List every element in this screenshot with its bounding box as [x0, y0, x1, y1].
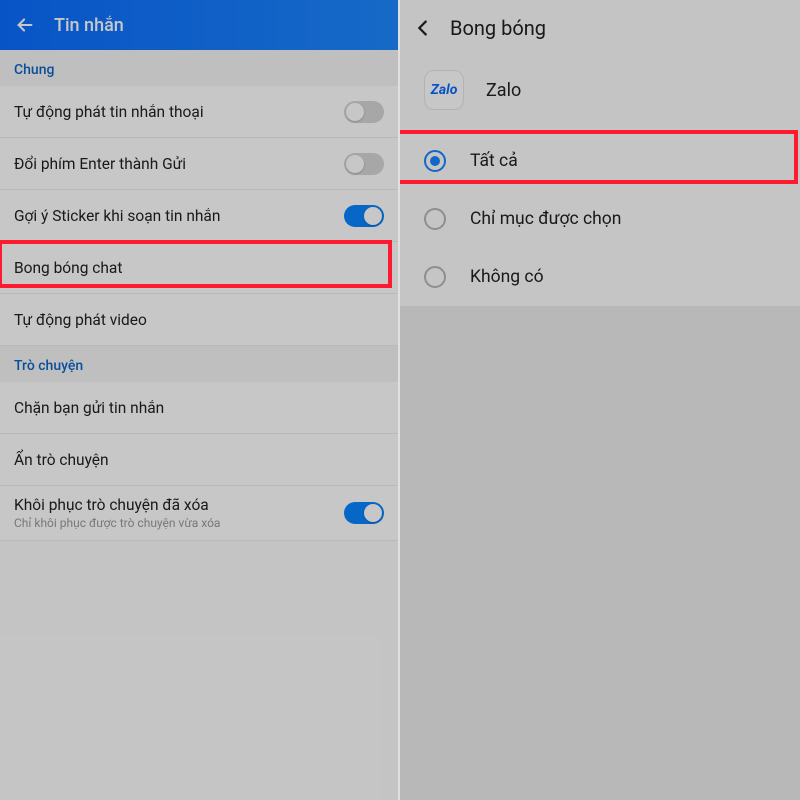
back-arrow-icon[interactable] [14, 14, 36, 36]
section-label-chat: Trò chuyện [0, 346, 398, 382]
toggle-enter-to-send[interactable] [344, 153, 384, 175]
zalo-app-icon: Zalo [424, 70, 464, 110]
app-name-label: Zalo [486, 80, 521, 101]
toggle-restore-deleted[interactable] [344, 502, 384, 524]
zalo-header: Tin nhắn [0, 0, 398, 50]
option-selected-only[interactable]: Chỉ mục được chọn [400, 190, 800, 248]
row-auto-play-video[interactable]: Tự động phát video [0, 294, 398, 346]
radio-all-icon[interactable] [424, 150, 446, 172]
bubble-options-card: Tất cả Chỉ mục được chọn Không có [400, 132, 800, 306]
zalo-header-title: Tin nhắn [54, 15, 124, 36]
zalo-settings-screen: Tin nhắn Chung Tự động phát tin nhắn tho… [0, 0, 400, 800]
system-header-title: Bong bóng [450, 16, 546, 40]
row-auto-play-voice[interactable]: Tự động phát tin nhắn thoại [0, 86, 398, 138]
zalo-settings-body: Chung Tự động phát tin nhắn thoại Đổi ph… [0, 50, 398, 800]
row-hide-chat[interactable]: Ẩn trò chuyện [0, 434, 398, 486]
row-block-message[interactable]: Chặn bạn gửi tin nhắn [0, 382, 398, 434]
option-all[interactable]: Tất cả [400, 132, 800, 190]
system-header: Bong bóng [400, 0, 800, 56]
row-enter-to-send[interactable]: Đổi phím Enter thành Gửi [0, 138, 398, 190]
section-label-general: Chung [0, 50, 398, 86]
back-chevron-icon[interactable] [412, 17, 434, 39]
toggle-auto-play-voice[interactable] [344, 101, 384, 123]
row-sticker-suggest[interactable]: Gợi ý Sticker khi soạn tin nhắn [0, 190, 398, 242]
radio-selected-only-icon[interactable] [424, 208, 446, 230]
toggle-sticker-suggest[interactable] [344, 205, 384, 227]
system-bubble-screen: Bong bóng Zalo Zalo Tất cả Chỉ mục được … [400, 0, 800, 800]
radio-none-icon[interactable] [424, 266, 446, 288]
app-info-row: Zalo Zalo [400, 56, 800, 132]
row-chat-bubble[interactable]: Bong bóng chat [0, 242, 398, 294]
empty-area [400, 306, 800, 800]
row-restore-deleted[interactable]: Khôi phục trò chuyện đã xóa Chỉ khôi phụ… [0, 486, 398, 541]
option-none[interactable]: Không có [400, 248, 800, 306]
